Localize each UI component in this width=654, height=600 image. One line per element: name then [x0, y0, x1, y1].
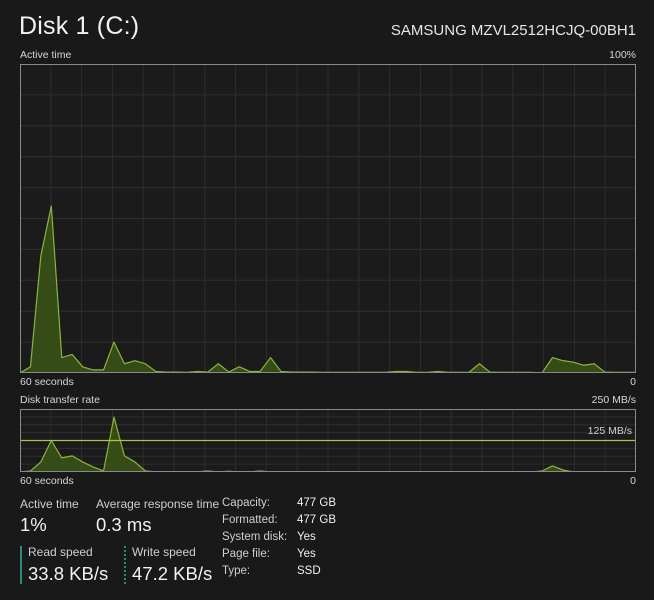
active-time-chart-label: Active time [20, 49, 72, 61]
active-time-stat-value: 1% [20, 514, 47, 535]
write-speed-value: 47.2 KB/s [132, 563, 213, 584]
property-system-disk-key: System disk: [222, 531, 288, 543]
avg-response-stat-label: Average response time [96, 497, 220, 511]
transfer-rate-reference-label: 125 MB/s [587, 425, 632, 437]
read-speed-indicator [20, 546, 22, 584]
write-speed-indicator [124, 546, 126, 584]
property-type-value: SSD [297, 565, 321, 577]
avg-response-stat-value: 0.3 ms [96, 514, 152, 535]
transfer-rate-chart [20, 409, 636, 472]
disk-title: Disk 1 (C:) [19, 12, 140, 40]
transfer-rate-max-label: 250 MB/s [591, 394, 636, 406]
property-page-file-value: Yes [297, 548, 316, 560]
property-capacity-key: Capacity: [222, 497, 270, 509]
read-speed-value: 33.8 KB/s [28, 563, 109, 584]
transfer-rate-chart-svg [20, 409, 636, 472]
property-page-file-key: Page file: [222, 548, 270, 560]
active-time-duration-label: 60 seconds [20, 376, 74, 388]
transfer-rate-chart-label: Disk transfer rate [20, 394, 100, 406]
property-type-key: Type: [222, 565, 251, 577]
property-system-disk-value: Yes [297, 531, 316, 543]
property-formatted-key: Formatted: [222, 514, 278, 526]
property-capacity-value: 477 GB [297, 497, 336, 509]
property-formatted-value: 477 GB [297, 514, 336, 526]
active-time-chart [20, 64, 636, 373]
active-time-stat-label: Active time [20, 497, 79, 511]
read-speed-label: Read speed [28, 545, 93, 559]
transfer-rate-min-label: 0 [630, 475, 636, 487]
disk-model: SAMSUNG MZVL2512HCJQ-00BH1 [390, 22, 636, 39]
transfer-rate-duration-label: 60 seconds [20, 475, 74, 487]
active-time-max-label: 100% [609, 49, 636, 61]
active-time-min-label: 0 [630, 376, 636, 388]
write-speed-label: Write speed [132, 545, 196, 559]
active-time-chart-svg [20, 64, 636, 373]
